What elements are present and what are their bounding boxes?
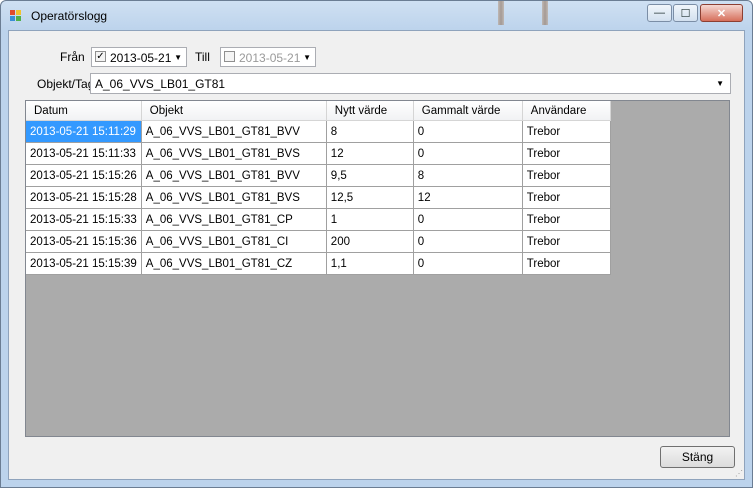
cell-anvandare[interactable]: Trebor [522, 186, 611, 209]
close-button[interactable]: Stäng [660, 446, 735, 468]
minimize-button[interactable]: — [647, 4, 672, 22]
cell-anvandare[interactable]: Trebor [522, 142, 611, 165]
cell-gammalt-varde[interactable]: 12 [413, 186, 523, 209]
table-row[interactable]: 2013-05-21 15:15:28 A_06_VVS_LB01_GT81_B… [26, 186, 611, 209]
maximize-button[interactable]: ☐ [673, 4, 698, 22]
cell-anvandare[interactable]: Trebor [522, 230, 611, 253]
cell-anvandare[interactable]: Trebor [522, 208, 611, 231]
operator-log-grid[interactable]: Datum Objekt Nytt värde Gammalt värde An… [25, 100, 730, 437]
cell-gammalt-varde[interactable]: 8 [413, 164, 523, 187]
object-tag-combobox[interactable]: A_06_VVS_LB01_GT81 ▼ [90, 73, 731, 94]
table-row[interactable]: 2013-05-21 15:11:29 A_06_VVS_LB01_GT81_B… [26, 120, 611, 143]
cell-objekt[interactable]: A_06_VVS_LB01_GT81_CI [141, 230, 327, 253]
background-decoration [542, 1, 548, 25]
chevron-down-icon[interactable]: ▼ [174, 53, 182, 62]
chevron-down-icon[interactable]: ▼ [303, 53, 311, 62]
table-row[interactable]: 2013-05-21 15:11:33 A_06_VVS_LB01_GT81_B… [26, 142, 611, 165]
app-icon [10, 10, 22, 22]
chevron-down-icon[interactable]: ▼ [716, 79, 724, 88]
title-bar[interactable]: Operatörslogg — ☐ ✕ [1, 1, 752, 29]
cell-gammalt-varde[interactable]: 0 [413, 120, 523, 143]
cell-datum[interactable]: 2013-05-21 15:11:33 [26, 142, 142, 165]
column-header-gammalt-varde[interactable]: Gammalt värde [413, 101, 523, 121]
object-tag-value: A_06_VVS_LB01_GT81 [95, 77, 226, 91]
to-date-checkbox[interactable] [224, 51, 235, 62]
cell-nytt-varde[interactable]: 12 [326, 142, 414, 165]
cell-objekt[interactable]: A_06_VVS_LB01_GT81_BVV [141, 164, 327, 187]
cell-nytt-varde[interactable]: 8 [326, 120, 414, 143]
grid-header-row: Datum Objekt Nytt värde Gammalt värde An… [26, 101, 611, 121]
from-label: Från [60, 50, 85, 64]
cell-datum[interactable]: 2013-05-21 15:15:26 [26, 164, 142, 187]
resize-grip-icon[interactable]: ⋰ [735, 469, 743, 478]
cell-nytt-varde[interactable]: 12,5 [326, 186, 414, 209]
cell-anvandare[interactable]: Trebor [522, 164, 611, 187]
window-title: Operatörslogg [31, 9, 108, 23]
column-header-objekt[interactable]: Objekt [141, 101, 327, 121]
to-date-picker[interactable]: 2013-05-21 ▼ [220, 47, 316, 67]
from-date-picker[interactable]: ✓ 2013-05-21 ▼ [91, 47, 187, 67]
table-row[interactable]: 2013-05-21 15:15:26 A_06_VVS_LB01_GT81_B… [26, 164, 611, 187]
cell-anvandare[interactable]: Trebor [522, 252, 611, 275]
cell-datum[interactable]: 2013-05-21 15:11:29 [26, 120, 142, 143]
to-label: Till [195, 50, 210, 64]
cell-datum[interactable]: 2013-05-21 15:15:28 [26, 186, 142, 209]
cell-datum[interactable]: 2013-05-21 15:15:39 [26, 252, 142, 275]
object-tag-label: Objekt/Tag [37, 77, 95, 91]
close-window-button[interactable]: ✕ [700, 4, 743, 22]
cell-nytt-varde[interactable]: 1,1 [326, 252, 414, 275]
from-date-checkbox[interactable]: ✓ [95, 51, 106, 62]
column-header-datum[interactable]: Datum [26, 101, 142, 121]
table-row[interactable]: 2013-05-21 15:15:36 A_06_VVS_LB01_GT81_C… [26, 230, 611, 253]
cell-gammalt-varde[interactable]: 0 [413, 208, 523, 231]
cell-objekt[interactable]: A_06_VVS_LB01_GT81_BVS [141, 142, 327, 165]
table-row[interactable]: 2013-05-21 15:15:39 A_06_VVS_LB01_GT81_C… [26, 252, 611, 275]
operator-log-window: Operatörslogg — ☐ ✕ Från ✓ 2013-05-21 ▼ … [0, 0, 753, 488]
from-date-value: 2013-05-21 [110, 51, 172, 65]
client-area: Från ✓ 2013-05-21 ▼ Till 2013-05-21 ▼ Ob… [8, 30, 745, 480]
cell-objekt[interactable]: A_06_VVS_LB01_GT81_CZ [141, 252, 327, 275]
to-date-value: 2013-05-21 [239, 51, 301, 65]
cell-objekt[interactable]: A_06_VVS_LB01_GT81_CP [141, 208, 327, 231]
table-row[interactable]: 2013-05-21 15:15:33 A_06_VVS_LB01_GT81_C… [26, 208, 611, 231]
cell-nytt-varde[interactable]: 9,5 [326, 164, 414, 187]
cell-gammalt-varde[interactable]: 0 [413, 230, 523, 253]
cell-gammalt-varde[interactable]: 0 [413, 252, 523, 275]
cell-anvandare[interactable]: Trebor [522, 120, 611, 143]
cell-nytt-varde[interactable]: 200 [326, 230, 414, 253]
column-header-anvandare[interactable]: Användare [522, 101, 611, 121]
cell-gammalt-varde[interactable]: 0 [413, 142, 523, 165]
cell-objekt[interactable]: A_06_VVS_LB01_GT81_BVS [141, 186, 327, 209]
cell-datum[interactable]: 2013-05-21 15:15:33 [26, 208, 142, 231]
cell-objekt[interactable]: A_06_VVS_LB01_GT81_BVV [141, 120, 327, 143]
cell-datum[interactable]: 2013-05-21 15:15:36 [26, 230, 142, 253]
cell-nytt-varde[interactable]: 1 [326, 208, 414, 231]
background-decoration [498, 1, 504, 25]
column-header-nytt-varde[interactable]: Nytt värde [326, 101, 414, 121]
